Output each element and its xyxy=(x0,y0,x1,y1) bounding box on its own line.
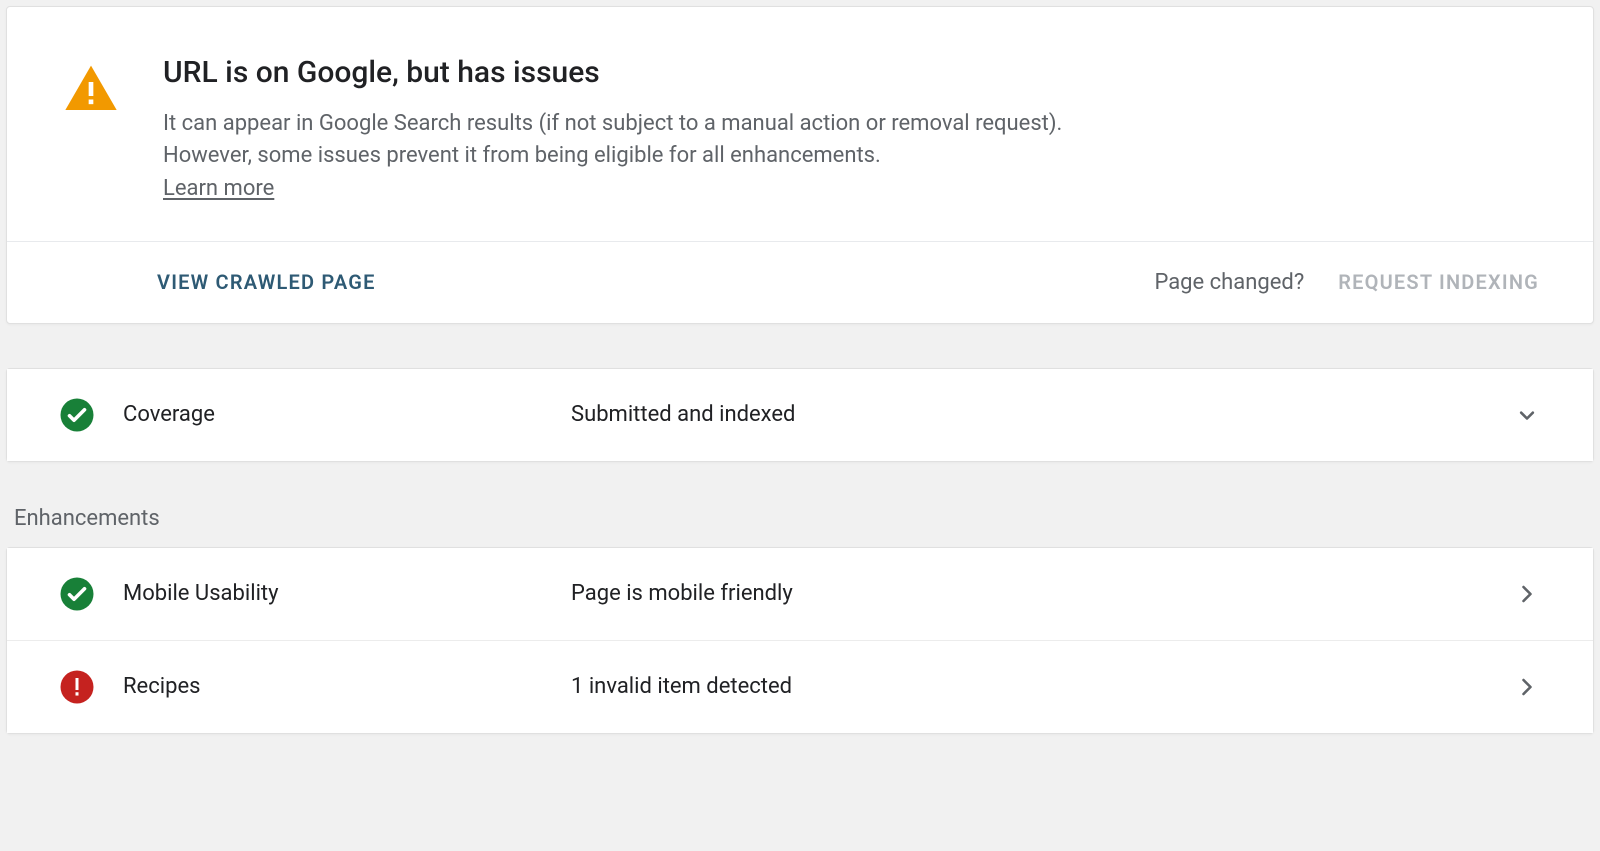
url-status-card: URL is on Google, but has issues It can … xyxy=(6,6,1594,324)
status-header: URL is on Google, but has issues It can … xyxy=(7,7,1593,241)
view-crawled-page-button[interactable]: VIEW CRAWLED PAGE xyxy=(157,270,376,294)
check-circle-icon xyxy=(59,576,95,612)
chevron-right-icon xyxy=(1513,673,1541,701)
status-actions-bar: VIEW CRAWLED PAGE Page changed? REQUEST … xyxy=(7,241,1593,323)
enhancement-label: Mobile Usability xyxy=(123,581,543,606)
status-description: It can appear in Google Search results (… xyxy=(163,108,1123,172)
enhancements-list: Mobile Usability Page is mobile friendly… xyxy=(6,547,1594,734)
chevron-down-icon xyxy=(1513,401,1541,429)
error-circle-icon xyxy=(59,669,95,705)
enhancement-value: 1 invalid item detected xyxy=(571,674,1485,699)
enhancement-label: Recipes xyxy=(123,674,543,699)
status-text-block: URL is on Google, but has issues It can … xyxy=(163,55,1123,201)
coverage-value: Submitted and indexed xyxy=(571,402,1485,427)
page-changed-label: Page changed? xyxy=(1154,270,1304,295)
request-indexing-button[interactable]: REQUEST INDEXING xyxy=(1338,270,1539,294)
enhancement-row-recipes[interactable]: Recipes 1 invalid item detected xyxy=(7,640,1593,733)
enhancements-heading: Enhancements xyxy=(14,506,1586,531)
coverage-label: Coverage xyxy=(123,402,543,427)
check-circle-icon xyxy=(59,397,95,433)
actions-right-group: Page changed? REQUEST INDEXING xyxy=(1154,270,1539,295)
chevron-right-icon xyxy=(1513,580,1541,608)
coverage-card[interactable]: Coverage Submitted and indexed xyxy=(6,368,1594,462)
enhancement-row-mobile-usability[interactable]: Mobile Usability Page is mobile friendly xyxy=(7,548,1593,640)
enhancement-value: Page is mobile friendly xyxy=(571,581,1485,606)
learn-more-link[interactable]: Learn more xyxy=(163,176,274,201)
status-title: URL is on Google, but has issues xyxy=(163,55,1123,90)
warning-icon xyxy=(63,61,119,117)
